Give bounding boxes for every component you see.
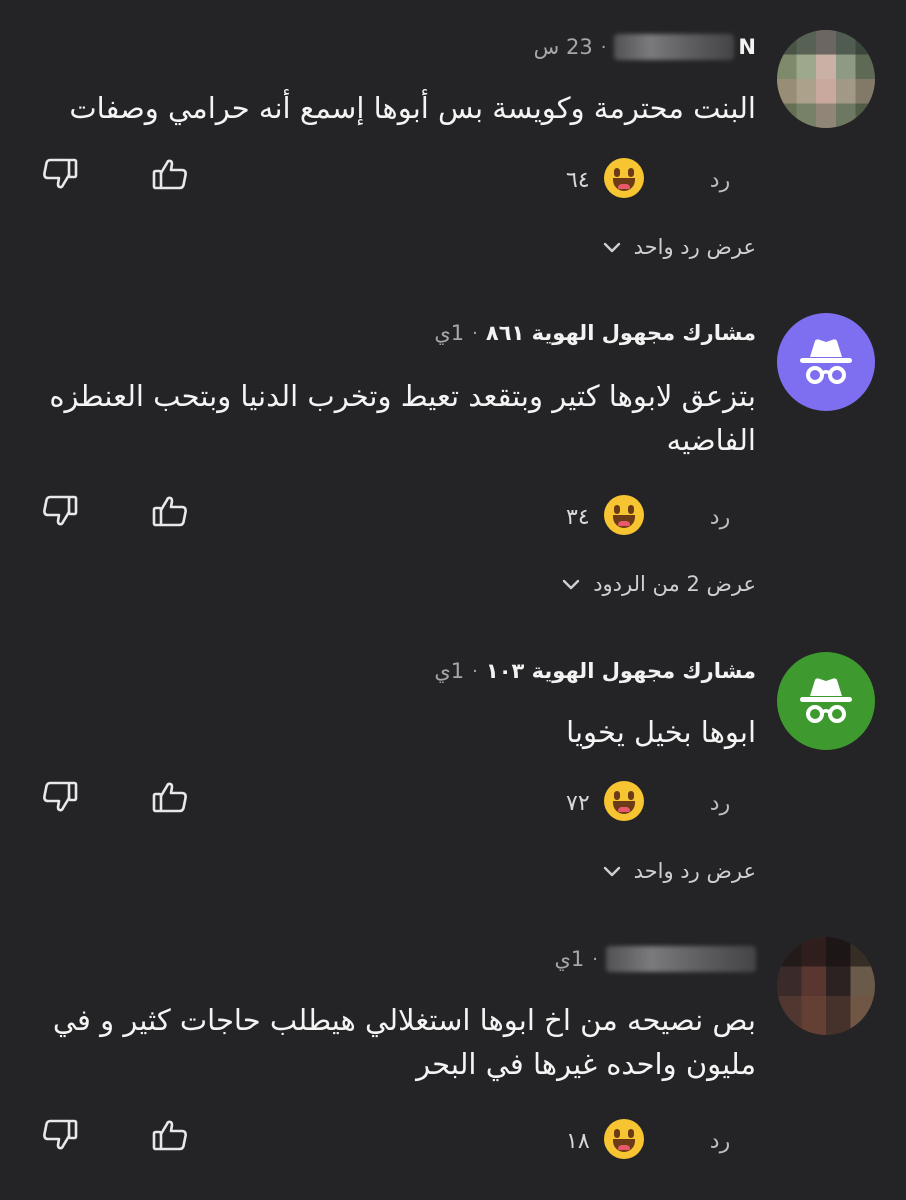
reply-button[interactable]: رد: [700, 788, 740, 818]
grinning-emoji-icon[interactable]: [604, 158, 644, 198]
timestamp: 1ي: [434, 321, 465, 345]
avatar[interactable]: [777, 30, 875, 128]
comment-meta: مشارك مجهول الهوية ١٠٣ · 1ي: [434, 656, 756, 686]
thumbs-down-icon[interactable]: [40, 154, 80, 194]
show-replies-label: عرض 2 من الردود: [593, 572, 756, 596]
author-name[interactable]: مشارك مجهول الهوية ١٠٣: [486, 659, 756, 683]
thumbs-down-icon[interactable]: [40, 1115, 80, 1155]
comment-text: ابوها بخيل يخويا: [566, 715, 756, 749]
timestamp: 23 س: [533, 35, 593, 59]
comment-text: بتزعق لابوها كتير وبتقعد تعيط وتخرب الدن…: [49, 379, 756, 457]
comment-text: بص نصيحه من اخ ابوها استغلالي هيطلب حاجا…: [52, 1003, 756, 1081]
show-replies-link[interactable]: عرض رد واحد: [600, 230, 756, 264]
reaction-count: ٧٢: [566, 790, 590, 816]
thumbs-up-icon[interactable]: [150, 154, 190, 194]
reply-button[interactable]: رد: [700, 502, 740, 532]
redacted-name: [606, 946, 756, 972]
reaction-count: ٦٤: [566, 167, 590, 193]
show-replies-link[interactable]: عرض 2 من الردود: [559, 567, 756, 601]
incognito-icon: [800, 339, 852, 384]
grinning-emoji-icon[interactable]: [604, 495, 644, 535]
avatar[interactable]: [777, 652, 875, 750]
show-replies-label: عرض رد واحد: [633, 859, 756, 883]
incognito-icon: [800, 678, 852, 723]
comment-meta: N · 23 س: [534, 32, 756, 62]
separator: ·: [592, 948, 598, 970]
avatar[interactable]: [777, 313, 875, 411]
thumbs-up-icon[interactable]: [150, 491, 190, 531]
grinning-emoji-icon[interactable]: [604, 781, 644, 821]
reaction-count: ١٨: [566, 1128, 590, 1154]
author-name[interactable]: N: [738, 35, 756, 59]
reply-button[interactable]: رد: [700, 165, 740, 195]
separator: ·: [472, 322, 478, 344]
reaction-count: ٣٤: [566, 504, 590, 530]
show-replies-link[interactable]: عرض رد واحد: [600, 854, 756, 888]
thumbs-up-icon[interactable]: [150, 777, 190, 817]
separator: ·: [472, 660, 478, 682]
avatar[interactable]: [777, 937, 875, 1035]
chevron-down-icon: [603, 866, 620, 877]
thumbs-down-icon[interactable]: [40, 777, 80, 817]
comment-meta: · 1ي: [554, 944, 756, 974]
chevron-down-icon: [562, 579, 580, 590]
thumbs-up-icon[interactable]: [150, 1115, 190, 1155]
timestamp: 1ي: [554, 947, 585, 971]
comment-meta: مشارك مجهول الهوية ٨٦١ · 1ي: [434, 318, 756, 348]
reply-button[interactable]: رد: [700, 1126, 740, 1156]
comment-text: البنت محترمة وكويسة بس أبوها إسمع أنه حر…: [69, 91, 756, 125]
thumbs-down-icon[interactable]: [40, 491, 80, 531]
separator: ·: [600, 36, 607, 58]
redacted-name: [614, 34, 735, 60]
chevron-down-icon: [603, 242, 620, 253]
author-name[interactable]: مشارك مجهول الهوية ٨٦١: [486, 321, 756, 345]
timestamp: 1ي: [434, 659, 465, 683]
grinning-emoji-icon[interactable]: [604, 1119, 644, 1159]
show-replies-label: عرض رد واحد: [633, 235, 756, 259]
